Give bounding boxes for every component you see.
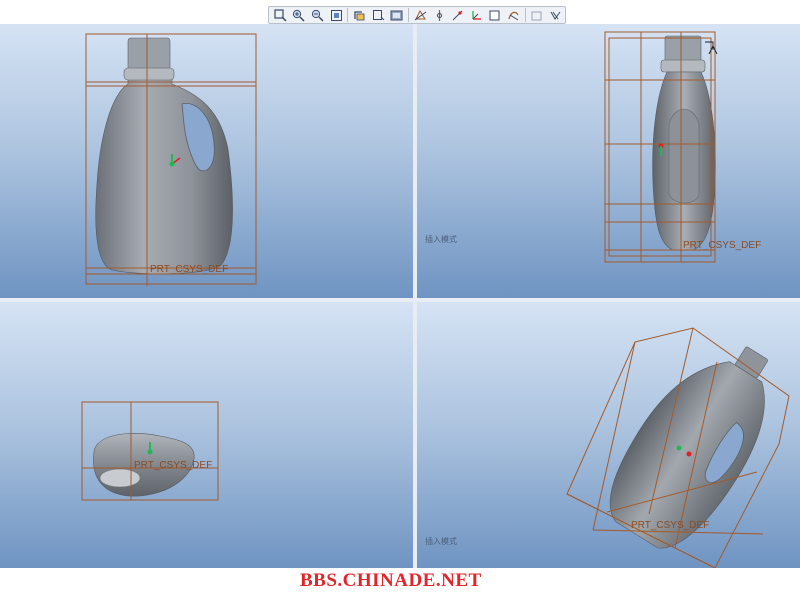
bottle-cap [664,35,702,63]
viewport-front[interactable]: PRT_CSYS_DEF [0,24,413,298]
refit-icon [330,9,342,21]
datum-planes-icon [414,9,427,20]
bottle-body [95,75,233,275]
bottle-base-highlight [99,468,141,488]
saved-views-icon [372,9,385,20]
zoom-window-icon [274,8,287,22]
watermark-text: BBS.CHINADE.NET [300,570,482,591]
viewport-right[interactable]: PRT_CSYS_DEF 插入模式 [417,24,800,298]
viewport-top[interactable]: PRT_CSYS_DEF [0,302,413,568]
datum-points-icon [452,10,463,20]
front-view-canvas: PRT_CSYS_DEF [85,33,257,286]
handle-recess [668,108,700,204]
layers-button[interactable] [529,8,546,22]
mode-hint: 插入模式 [425,537,457,546]
zoom-out-button[interactable] [309,8,326,22]
zoom-out-icon [311,9,324,22]
watermark-bar: BBS.CHINADE.NET [0,568,800,601]
spin-center-icon [508,11,519,20]
viewport-iso[interactable]: PRT_CSYS_DEF 插入模式 [417,302,800,568]
display-style-button[interactable] [389,8,406,22]
mode-hint: 插入模式 [425,235,457,244]
datum-planes-button[interactable] [412,8,429,22]
datum-axes-icon [436,9,442,21]
bottle-neck-ring [123,67,175,81]
csys-label: PRT_CSYS_DEF [134,460,212,471]
display-style-icon [390,10,403,20]
viewport-splitter-vertical[interactable] [413,24,417,568]
iso-view-canvas: PRT_CSYS_DEF [566,327,790,568]
annotation-button[interactable] [487,8,504,22]
spin-center-button[interactable] [505,8,522,22]
orient-button[interactable] [351,8,368,22]
zoom-in-icon [293,9,305,22]
coordinate-system-icon [472,10,481,20]
coordinate-system-button[interactable] [468,8,485,22]
saved-views-button[interactable] [370,8,387,22]
view-toolbar [268,6,566,24]
model-tree-button[interactable] [547,8,564,22]
top-view-canvas: PRT_CSYS_DEF [81,401,219,501]
right-view-canvas: PRT_CSYS_DEF [604,31,761,263]
layers-icon [531,11,542,20]
datum-axes-button[interactable] [431,8,448,22]
toolbar-separator [347,8,349,22]
zoom-window-button[interactable] [272,8,289,22]
refit-button[interactable] [328,8,345,22]
toolbar-separator [408,8,410,22]
viewport-splitter-horizontal[interactable] [0,298,800,302]
orient-icon [354,10,365,20]
csys-label: PRT_CSYS_DEF [150,264,228,275]
csys-label: PRT_CSYS_DEF [683,240,761,251]
annotation-icon [489,10,500,20]
datum-points-button[interactable] [449,8,466,22]
csys-label: PRT_CSYS_DEF [631,520,709,531]
toolbar-separator [524,8,526,22]
bottle-neck-ring [660,59,706,73]
model-tree-icon [550,11,561,20]
zoom-in-button[interactable] [291,8,308,22]
